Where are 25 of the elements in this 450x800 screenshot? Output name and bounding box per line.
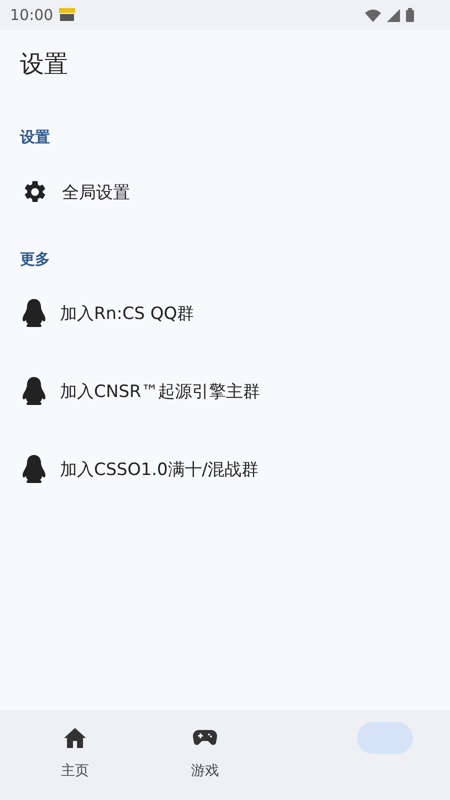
settings-icon [22, 179, 48, 205]
penguin-icon [22, 377, 46, 405]
signal-icon [387, 8, 400, 22]
nav-tab[interactable]: 主页 [10, 710, 140, 800]
penguin-icon [22, 299, 46, 327]
list-item[interactable]: 全局设置 [0, 152, 450, 232]
item-label: 加入CNSR™起源引擎主群 [60, 380, 260, 402]
home-icon [64, 728, 86, 748]
penguin-icon [22, 455, 46, 483]
battery-icon [406, 8, 414, 22]
list-item[interactable]: 加入CSSO1.0满十/混战群 [0, 430, 450, 508]
nav-tab[interactable]: 游戏 [140, 710, 270, 800]
status-time: 10:00 [10, 6, 54, 24]
section-header: 设置 [18, 127, 51, 148]
item-label: 全局设置 [62, 182, 130, 204]
section-header: 更多 [19, 249, 51, 270]
gamepad-icon [193, 730, 217, 746]
wifi-icon [365, 8, 381, 22]
list-item[interactable]: 加入Rn:CS QQ群 [0, 274, 450, 352]
list-item[interactable]: 加入CNSR™起源引擎主群 [0, 352, 450, 430]
item-label: 加入CSSO1.0满十/混战群 [60, 458, 259, 480]
item-label: 加入Rn:CS QQ群 [60, 302, 194, 324]
nav-label: 游戏 [191, 762, 219, 780]
page-title: 设置 [19, 49, 69, 80]
nav-label: 主页 [61, 762, 89, 780]
